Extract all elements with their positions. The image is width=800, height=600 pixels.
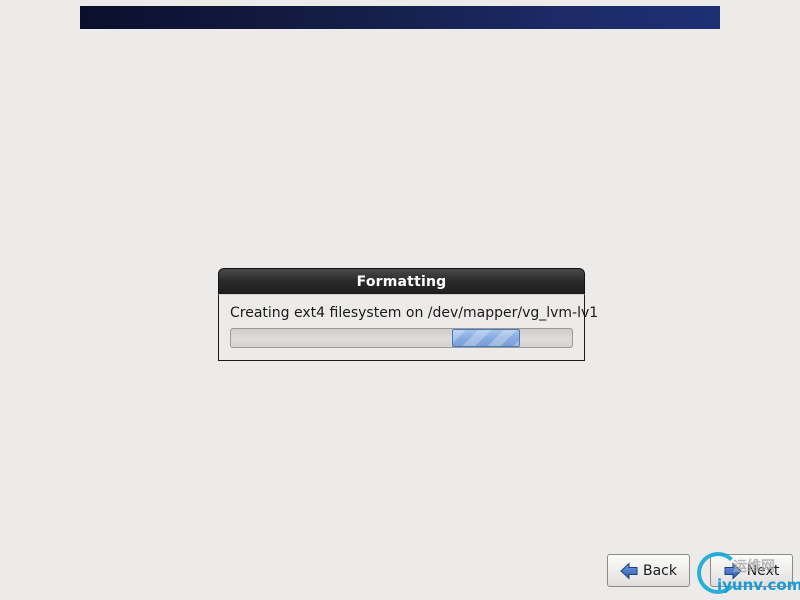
- dialog-body: Creating ext4 filesystem on /dev/mapper/…: [218, 294, 598, 361]
- header-banner: [80, 6, 720, 29]
- next-button[interactable]: Next: [710, 554, 793, 587]
- back-button-label: Back: [643, 562, 677, 579]
- back-button[interactable]: Back: [607, 554, 690, 587]
- arrow-left-icon: [620, 561, 638, 580]
- arrow-right-icon: [724, 561, 742, 580]
- next-button-label: Next: [746, 562, 780, 579]
- dialog-titlebar: Formatting: [218, 268, 585, 295]
- installer-screen: Formatting Creating ext4 filesystem on /…: [0, 0, 800, 600]
- progress-pulse-block: [452, 329, 520, 347]
- formatting-dialog: Formatting Creating ext4 filesystem on /…: [218, 268, 598, 361]
- dialog-title: Formatting: [356, 274, 447, 290]
- progress-bar: [230, 328, 573, 348]
- status-message: Creating ext4 filesystem on /dev/mapper/…: [230, 305, 599, 321]
